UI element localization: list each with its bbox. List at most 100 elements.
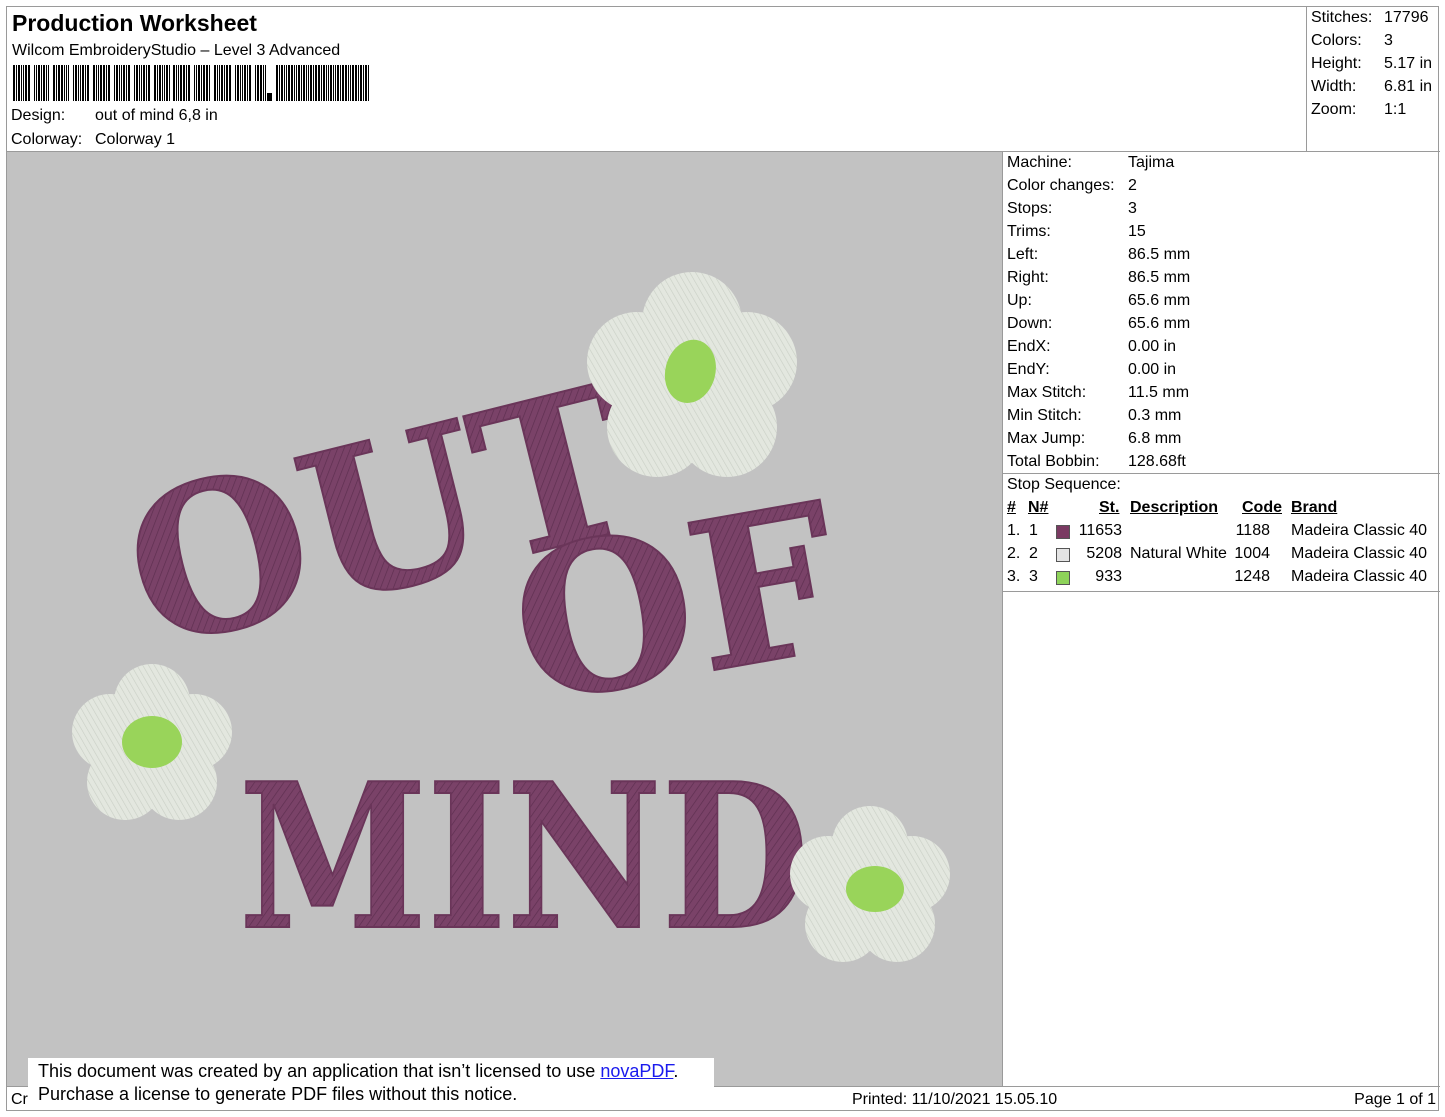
machine-row: EndX: 0.00 in <box>1007 338 1176 356</box>
stat-colors: Colors: 3 <box>1311 32 1393 49</box>
machine-value: 3 <box>1128 200 1137 217</box>
machine-row: Trims: 15 <box>1007 223 1146 241</box>
thread-color-swatch <box>1056 571 1070 585</box>
stop-sequence-title: Stop Sequence: <box>1007 476 1121 493</box>
machine-label: Max Jump: <box>1007 430 1086 447</box>
machine-value: 86.5 mm <box>1128 269 1191 286</box>
row-description: Natural White <box>1130 545 1227 562</box>
machine-label: Trims: <box>1007 223 1051 240</box>
page-title: Production Worksheet <box>12 10 257 36</box>
stat-width: Width: 6.81 in <box>1311 78 1433 95</box>
machine-row: Min Stitch: 0.3 mm <box>1007 407 1181 425</box>
license-notice: This document was created by an applicat… <box>28 1058 714 1110</box>
machine-row: Up: 65.6 mm <box>1007 292 1190 310</box>
notice-line-2: Purchase a license to generate PDF files… <box>38 1084 518 1104</box>
header-code: Code <box>1242 499 1282 516</box>
machine-label: Down: <box>1007 315 1053 332</box>
embroidery-preview-image: OUT OF MIND <box>72 272 950 976</box>
machine-label: EndY: <box>1007 361 1050 378</box>
row-brand: Madeira Classic 40 <box>1291 568 1428 585</box>
machine-label: Min Stitch: <box>1007 407 1082 424</box>
row-needle: 2 <box>1029 545 1038 562</box>
machine-value: 2 <box>1128 177 1137 194</box>
printed-date: Printed: 11/10/2021 15.05.10 <box>852 1091 1058 1108</box>
design-label: Design: <box>11 107 66 124</box>
word-mind: MIND <box>238 739 810 976</box>
machine-label: Up: <box>1007 292 1032 309</box>
novapdf-link[interactable]: novaPDF <box>600 1061 673 1081</box>
machine-row: Down: 65.6 mm <box>1007 315 1190 333</box>
machine-label: Stops: <box>1007 200 1053 217</box>
machine-label: Right: <box>1007 269 1049 286</box>
row-brand: Madeira Classic 40 <box>1291 522 1428 539</box>
row-needle: 1 <box>1029 522 1038 539</box>
machine-label: Total Bobbin: <box>1007 453 1100 470</box>
design-value: out of mind 6,8 in <box>95 107 218 124</box>
stat-zoom: Zoom: 1:1 <box>1311 101 1407 118</box>
production-worksheet: Production Worksheet Wilcom EmbroiderySt… <box>6 6 1440 1111</box>
machine-value: 128.68ft <box>1128 453 1186 470</box>
row-brand: Madeira Classic 40 <box>1291 545 1428 562</box>
machine-info: Machine: Tajima Color changes: 2 Stops: 3 Trim… <box>1003 152 1440 474</box>
machine-label: Color changes: <box>1007 177 1115 194</box>
machine-value: 6.8 mm <box>1128 430 1182 447</box>
machine-row: Max Stitch: 11.5 mm <box>1007 384 1189 402</box>
machine-label: Left: <box>1007 246 1039 263</box>
flower-top <box>587 272 797 477</box>
row-stitches: 933 <box>1095 568 1122 585</box>
machine-row: Machine: Tajima <box>1007 154 1174 172</box>
machine-row: Max Jump: 6.8 mm <box>1007 430 1181 448</box>
software-name: Wilcom EmbroideryStudio – Level 3 Advanc… <box>12 42 341 59</box>
design-row: Design: out of mind 6,8 in <box>11 107 218 125</box>
colorway-label: Colorway: <box>11 131 83 148</box>
machine-row: Stops: 3 <box>1007 200 1137 218</box>
row-stitches: 11653 <box>1078 522 1122 539</box>
header-stitches: St. <box>1099 499 1120 516</box>
flower-right <box>790 806 950 962</box>
design-stats: Stitches: 17796 Colors: 3 Height: 5.17 in W… <box>1307 7 1440 152</box>
row-code: 1004 <box>1234 545 1270 562</box>
stop-row: 2. 2 5208 Natural White 1004 Madeira Classic … <box>1003 545 1440 567</box>
row-num: 2. <box>1007 545 1021 562</box>
colorway-value: Colorway 1 <box>95 131 176 148</box>
row-num: 1. <box>1007 522 1021 539</box>
machine-value: 86.5 mm <box>1128 246 1191 263</box>
machine-value: 15 <box>1128 223 1146 240</box>
flower-left <box>72 664 232 820</box>
machine-row: Total Bobbin: 128.68ft <box>1007 453 1186 471</box>
page-number: Page 1 of 1 <box>1354 1091 1436 1108</box>
text-mind: MIND <box>239 740 809 975</box>
row-code: 1188 <box>1235 522 1270 539</box>
machine-row: Color changes: 2 <box>1007 177 1137 195</box>
machine-label: Machine: <box>1007 154 1072 171</box>
thread-color-swatch <box>1056 548 1070 562</box>
machine-row: Left: 86.5 mm <box>1007 246 1190 264</box>
created-label: Cr <box>11 1091 28 1108</box>
row-code: 1248 <box>1234 568 1270 585</box>
machine-value: 11.5 mm <box>1128 384 1190 401</box>
worksheet-header: Production Worksheet Wilcom EmbroiderySt… <box>7 7 1307 152</box>
stop-sequence-table: Stop Sequence: # N# St. Description Code… <box>1003 474 1440 592</box>
barcode <box>13 65 369 101</box>
header-needle: N# <box>1028 499 1049 516</box>
thread-color-swatch <box>1056 525 1070 539</box>
machine-label: Max Stitch: <box>1007 384 1087 401</box>
machine-value: Tajima <box>1128 154 1175 171</box>
machine-value: 65.6 mm <box>1128 315 1191 332</box>
row-num: 3. <box>1007 568 1021 585</box>
machine-value: 0.00 in <box>1128 338 1177 355</box>
machine-row: EndY: 0.00 in <box>1007 361 1176 379</box>
header-description: Description <box>1130 499 1219 516</box>
stat-height: Height: 5.17 in <box>1311 55 1433 72</box>
design-preview: OUT OF MIND <box>7 152 1003 1086</box>
machine-value: 65.6 mm <box>1128 292 1191 309</box>
header-num: # <box>1007 499 1016 516</box>
colorway-row: Colorway: Colorway 1 <box>11 131 175 149</box>
stat-stitches: Stitches: 17796 <box>1311 9 1429 26</box>
notice-line-1: This document was created by an applicat… <box>38 1061 679 1081</box>
row-stitches: 5208 <box>1086 545 1122 562</box>
row-needle: 3 <box>1029 568 1038 585</box>
machine-value: 0.3 mm <box>1128 407 1182 424</box>
stop-row: 1. 1 11653 1188 Madeira Classic 40 <box>1003 522 1440 544</box>
machine-row: Right: 86.5 mm <box>1007 269 1190 287</box>
